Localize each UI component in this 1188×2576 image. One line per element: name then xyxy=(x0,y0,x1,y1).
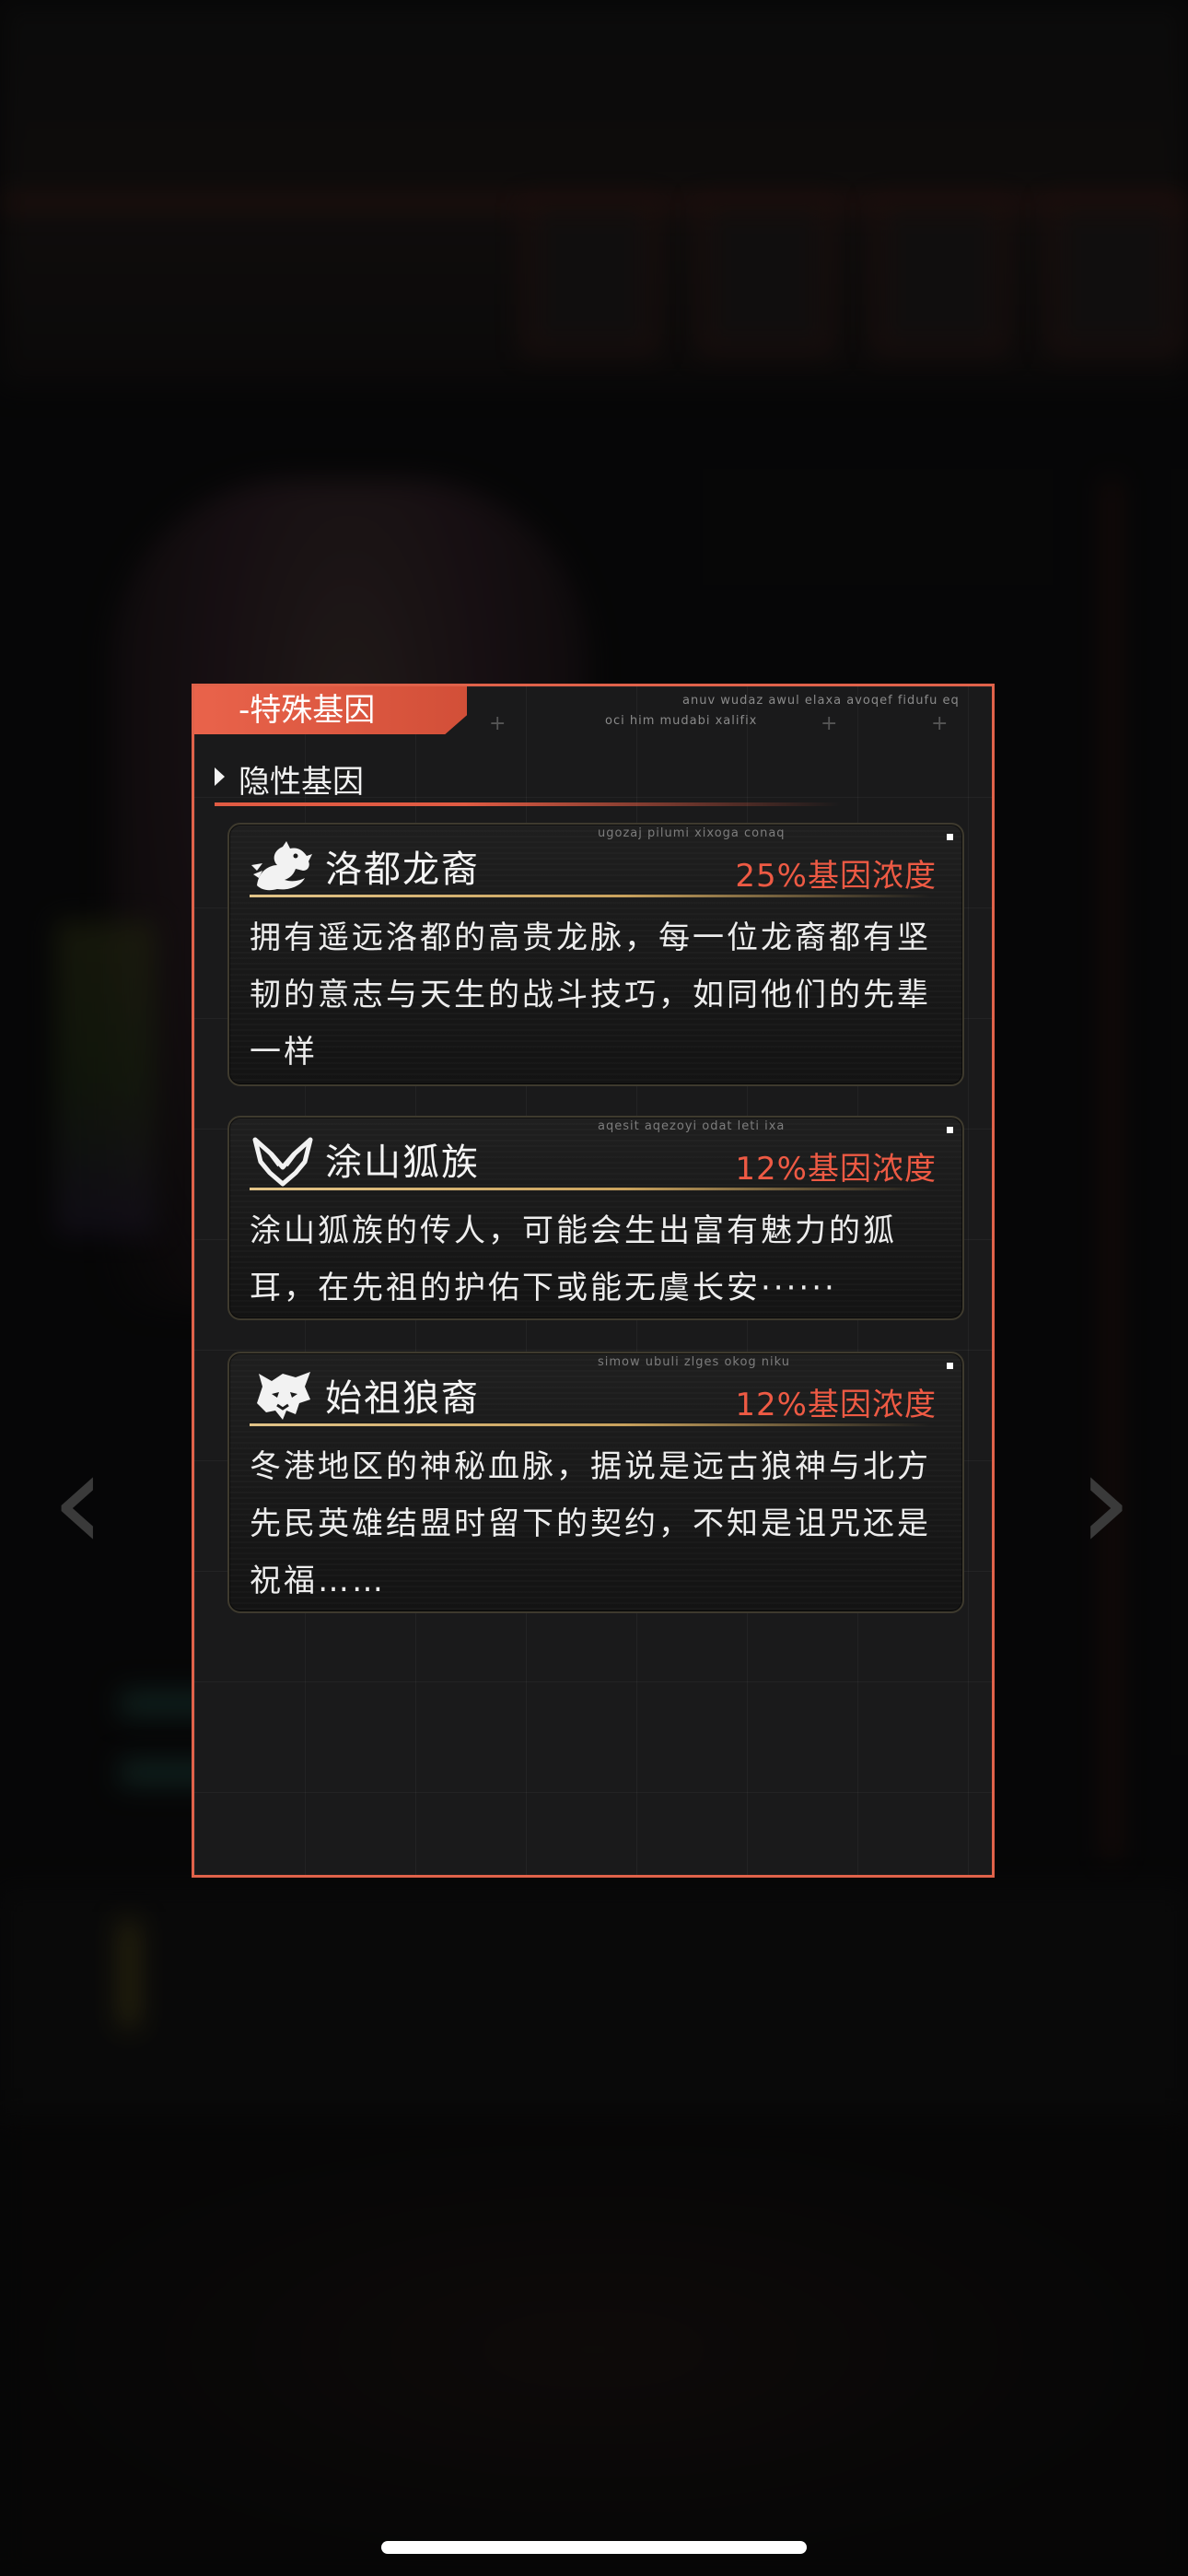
gene-name: 洛都龙裔 xyxy=(325,849,480,891)
card-microtext: simow ubuli zlges okog niku xyxy=(598,1355,791,1369)
gene-name: 始祖狼裔 xyxy=(325,1377,480,1420)
recessive-genes-header: 隐性基因 xyxy=(215,751,841,806)
header-microtext-2: oci him mudabi xalifix xyxy=(605,714,758,728)
home-indicator[interactable] xyxy=(381,2541,807,2554)
card-microtext: ugozaj pilumi xixoga conaq xyxy=(598,826,786,840)
gene-concentration: 25%基因浓度 xyxy=(735,858,937,895)
dragon-icon xyxy=(251,841,312,891)
grid-cross-decoration: + xyxy=(821,712,838,735)
gene-concentration: 12%基因浓度 xyxy=(735,1151,937,1188)
gene-card: ugozaj pilumi xixoga conaq 洛都龙裔 25%基因浓度 … xyxy=(227,823,964,1086)
wolf-icon xyxy=(257,1372,310,1420)
fox-icon xyxy=(252,1137,313,1187)
grid-cross-decoration: + xyxy=(931,712,949,735)
gene-card: aqesit aqezoyi odat leti ixa 涂山狐族 12%基因浓… xyxy=(227,1116,964,1320)
gene-description: 拥有遥远洛都的高贵龙脉，每一位龙裔都有坚韧的意志与天生的战斗技巧，如同他们的先辈… xyxy=(250,919,931,1071)
gene-concentration: 12%基因浓度 xyxy=(735,1387,937,1423)
section-label: 隐性基因 xyxy=(239,764,364,801)
gene-name: 涂山狐族 xyxy=(325,1142,480,1184)
panel-tab-title: -特殊基因 xyxy=(194,686,467,734)
caret-right-icon xyxy=(215,767,225,786)
gene-description: 涂山狐族的传人，可能会生出富有魅力的狐耳，在先祖的护佑下或能无虞长安······ xyxy=(250,1212,897,1306)
gold-divider xyxy=(250,895,931,897)
gene-description: 冬港地区的神秘血脉，据说是远古狼神与北方先民英雄结盟时留下的契约，不知是诅咒还是… xyxy=(250,1448,931,1599)
special-genes-panel: -特殊基因 anuv wudaz awul elaxa avoqef fiduf… xyxy=(192,684,995,1878)
next-arrow[interactable]: › xyxy=(1077,1433,1133,1571)
header-microtext-1: anuv wudaz awul elaxa avoqef fidufu eq xyxy=(682,694,960,708)
card-microtext: aqesit aqezoyi odat leti ixa xyxy=(598,1119,786,1133)
gold-divider xyxy=(250,1188,931,1190)
gold-divider xyxy=(250,1423,931,1426)
grid-cross-decoration: + xyxy=(489,712,507,735)
gene-card: simow ubuli zlges okog niku 始祖狼裔 12%基因浓度… xyxy=(227,1352,964,1613)
prev-arrow[interactable]: ‹ xyxy=(51,1433,106,1571)
section-divider xyxy=(215,802,841,806)
